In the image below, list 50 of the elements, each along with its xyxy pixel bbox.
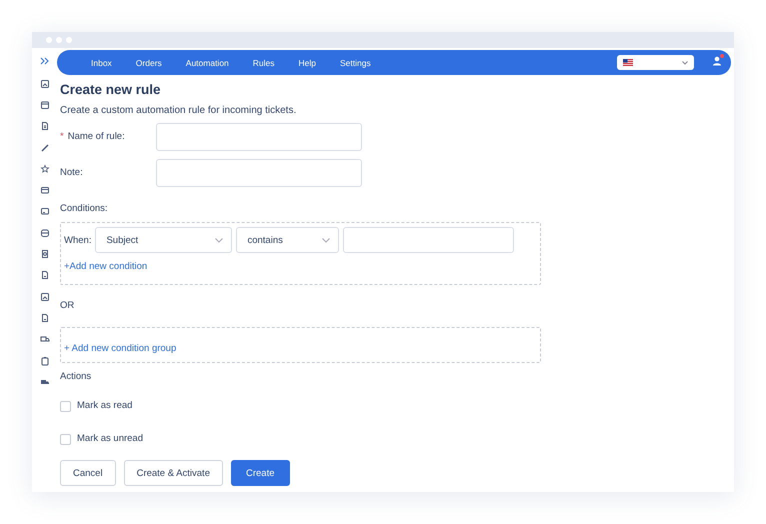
value-input[interactable]	[343, 227, 514, 253]
checkbox-label: Mark as unread	[77, 432, 144, 446]
chevron-down-icon	[322, 238, 330, 242]
nav-link[interactable]: Rules	[240, 58, 287, 68]
primary-button[interactable]: Create	[230, 460, 290, 486]
or-label: OR	[60, 299, 74, 313]
mail-icon[interactable]	[40, 185, 50, 196]
required-mark: *	[60, 130, 64, 144]
window-dot-icon[interactable]	[66, 37, 72, 43]
document-icon[interactable]	[40, 270, 50, 280]
flag-icon	[623, 59, 633, 66]
add-condition-group-link[interactable]: + Add new condition group	[64, 342, 176, 356]
field-label: Note:	[60, 166, 83, 180]
page-title: Create new rule	[60, 81, 161, 99]
nav-link[interactable]: Inbox	[79, 58, 124, 68]
pencil-icon[interactable]	[40, 142, 50, 153]
picture-icon[interactable]	[40, 292, 50, 302]
picture-icon[interactable]	[40, 78, 50, 89]
nav-link[interactable]: Settings	[328, 58, 383, 68]
expand-icon[interactable]	[40, 56, 50, 64]
page-subtitle: Create a custom automation rule for incoming tickets.	[60, 104, 296, 118]
text-input[interactable]	[156, 123, 362, 151]
window-dot-icon[interactable]	[46, 37, 52, 43]
language-select[interactable]	[617, 55, 694, 70]
nav-link[interactable]: Automation	[174, 58, 241, 68]
document-icon[interactable]	[40, 312, 50, 323]
section-label: Conditions:	[60, 202, 108, 216]
user-icon[interactable]	[711, 54, 723, 66]
field-select[interactable]: Subject	[95, 227, 232, 253]
text-input[interactable]	[156, 159, 362, 187]
checkbox[interactable]	[60, 434, 71, 444]
checkbox[interactable]	[60, 400, 71, 412]
field-label: * Name of rule:	[60, 130, 125, 144]
nav-link[interactable]: Help	[286, 58, 328, 68]
calendar-icon[interactable]	[40, 100, 50, 110]
checkbox-label: Mark as read	[77, 399, 132, 413]
when-label: When:	[64, 234, 92, 246]
document-icon[interactable]	[40, 121, 50, 132]
star-icon[interactable]	[40, 164, 50, 174]
card-icon[interactable]	[40, 206, 50, 216]
chevron-down-icon	[682, 60, 688, 64]
secondary-button[interactable]: Cancel	[60, 460, 116, 486]
section-label: Actions	[60, 370, 92, 384]
operator-select[interactable]: contains	[236, 227, 340, 253]
clipboard-icon[interactable]	[40, 356, 50, 366]
add-condition-link[interactable]: +Add new condition	[64, 260, 148, 274]
chevron-down-icon	[215, 238, 224, 242]
window-dot-icon[interactable]	[56, 37, 62, 43]
secondary-button[interactable]: Create & Activate	[124, 460, 223, 486]
nav-link[interactable]: Orders	[124, 58, 174, 68]
